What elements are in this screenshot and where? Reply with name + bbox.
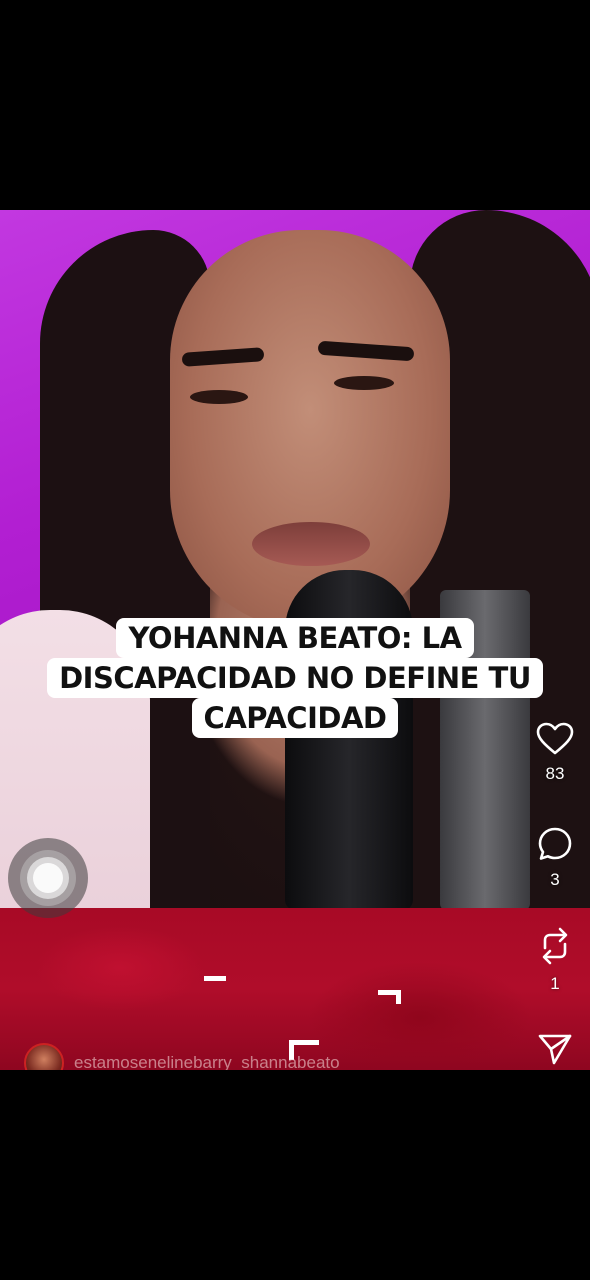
assistive-touch-ring xyxy=(33,863,63,893)
assistive-touch-button[interactable] xyxy=(8,838,88,918)
heart-icon[interactable] xyxy=(536,722,574,756)
next-post-preview[interactable]: estamosenelinebarry_shannabeato xyxy=(0,908,590,1070)
video-frame-detail xyxy=(396,990,401,1004)
video-caption: YOHANNA BEATO: LA DISCAPACIDAD NO DEFINE… xyxy=(0,618,590,738)
repost-icon[interactable] xyxy=(537,926,573,966)
send-icon[interactable] xyxy=(537,1032,573,1066)
author-name[interactable]: estamosenelinebarry_shannabeato xyxy=(74,1053,340,1070)
assistive-touch-ring xyxy=(27,857,69,899)
video-frame-detail xyxy=(170,230,450,630)
share-button[interactable] xyxy=(520,1032,590,1066)
app-screen: YOHANNA BEATO: LA DISCAPACIDAD NO DEFINE… xyxy=(0,0,590,1280)
caption-line: DISCAPACIDAD NO DEFINE TU xyxy=(47,658,543,698)
next-post-author[interactable]: estamosenelinebarry_shannabeato xyxy=(24,1043,340,1070)
video-frame-detail xyxy=(334,376,394,390)
like-count: 83 xyxy=(545,764,565,783)
repost-button[interactable]: 1 xyxy=(520,926,590,994)
repost-count: 1 xyxy=(550,974,560,993)
video-frame-detail xyxy=(252,522,370,566)
comment-button[interactable]: 3 xyxy=(520,826,590,890)
caption-line: YOHANNA BEATO: LA xyxy=(116,618,474,658)
like-button[interactable]: 83 xyxy=(520,722,590,784)
comment-count: 3 xyxy=(550,870,560,889)
avatar[interactable] xyxy=(24,1043,64,1070)
video-frame-detail xyxy=(204,976,226,981)
caption-line: CAPACIDAD xyxy=(191,698,399,738)
assistive-touch-ring xyxy=(20,850,76,906)
comment-icon[interactable] xyxy=(537,826,573,862)
video-player[interactable] xyxy=(0,210,590,908)
video-frame-detail xyxy=(190,390,248,404)
